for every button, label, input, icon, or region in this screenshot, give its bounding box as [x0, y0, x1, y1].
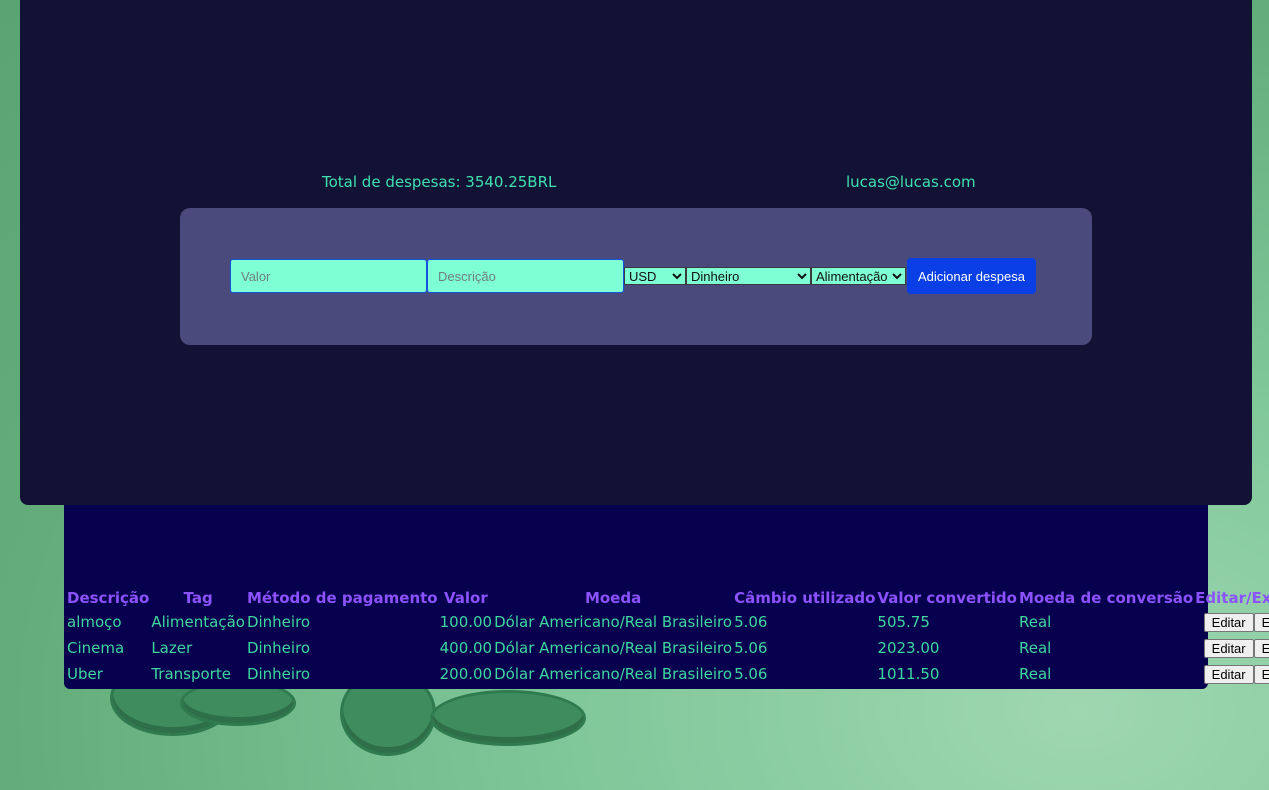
cell-currency: Dólar Americano/Real Brasileiro	[494, 613, 733, 631]
table-row: Cinema Lazer Dinheiro 400.00 Dólar Ameri…	[67, 635, 1269, 661]
cell-description: Cinema	[67, 639, 125, 657]
header-payment-method: Método de pagamento	[246, 589, 438, 607]
header-currency: Moeda	[584, 589, 642, 607]
edit-button[interactable]: Editar	[1203, 638, 1254, 658]
cell-conversion-currency: Real	[1018, 639, 1052, 657]
user-email: lucas@lucas.com	[846, 173, 976, 191]
cell-currency: Dólar Americano/Real Brasileiro	[494, 665, 733, 683]
cell-rate: 5.06	[734, 613, 768, 631]
cell-value: 100.00	[439, 613, 493, 631]
header-description: Descrição	[67, 589, 150, 607]
cell-rate: 5.06	[734, 665, 768, 683]
add-expense-button[interactable]: Adicionar despesa	[907, 258, 1036, 294]
cell-currency: Dólar Americano/Real Brasileiro	[494, 639, 733, 657]
cell-converted: 505.75	[877, 613, 930, 631]
coin-decoration	[430, 690, 586, 746]
header-actions: Editar/Excluir	[1195, 589, 1269, 607]
table-header-row: Descrição Tag Método de pagamento Valor …	[67, 587, 1269, 609]
header-value: Valor	[443, 589, 488, 607]
edit-button[interactable]: Editar	[1203, 612, 1254, 632]
cell-tag: Alimentação	[151, 613, 245, 631]
cell-value: 200.00	[439, 665, 493, 683]
table-row: almoço Alimentação Dinheiro 100.00 Dólar…	[67, 609, 1269, 635]
header-conversion-currency: Moeda de conversão	[1018, 589, 1194, 607]
delete-button[interactable]: Excluir	[1253, 664, 1269, 684]
delete-button[interactable]: Excluir	[1253, 638, 1269, 658]
total-expenses: Total de despesas: 3540.25BRL	[322, 173, 557, 191]
cell-converted: 2023.00	[877, 639, 940, 657]
header-card: Total de despesas: 3540.25BRL lucas@luca…	[20, 0, 1252, 505]
table-row: Uber Transporte Dinheiro 200.00 Dólar Am…	[67, 661, 1269, 687]
cell-value: 400.00	[439, 639, 493, 657]
expense-form: USD Dinheiro Alimentação Adicionar despe…	[180, 208, 1092, 345]
header-converted-value: Valor convertido	[877, 589, 1017, 607]
cell-rate: 5.06	[734, 639, 768, 657]
value-input[interactable]	[230, 259, 427, 293]
cell-actions: EditarExcluir	[1195, 609, 1269, 635]
cell-tag: Transporte	[151, 665, 231, 683]
cell-method: Dinheiro	[246, 665, 311, 683]
header-tag: Tag	[183, 589, 213, 607]
payment-method-select[interactable]: Dinheiro	[686, 267, 811, 285]
cell-actions: EditarExcluir	[1195, 635, 1269, 661]
cell-description: almoço	[67, 613, 122, 631]
cell-tag: Lazer	[151, 639, 193, 657]
edit-button[interactable]: Editar	[1203, 664, 1254, 684]
cell-description: Uber	[67, 665, 103, 683]
expenses-table-panel: Descrição Tag Método de pagamento Valor …	[64, 505, 1269, 689]
cell-method: Dinheiro	[246, 613, 311, 631]
tag-select[interactable]: Alimentação	[811, 267, 906, 285]
cell-converted: 1011.50	[877, 665, 940, 683]
cell-method: Dinheiro	[246, 639, 311, 657]
description-input[interactable]	[427, 259, 624, 293]
cell-conversion-currency: Real	[1018, 613, 1052, 631]
cell-actions: EditarExcluir	[1195, 661, 1269, 687]
expenses-table: Descrição Tag Método de pagamento Valor …	[65, 587, 1269, 687]
header-exchange-rate: Câmbio utilizado	[734, 589, 876, 607]
currency-select[interactable]: USD	[624, 267, 686, 285]
delete-button[interactable]: Excluir	[1253, 612, 1269, 632]
cell-conversion-currency: Real	[1018, 665, 1052, 683]
